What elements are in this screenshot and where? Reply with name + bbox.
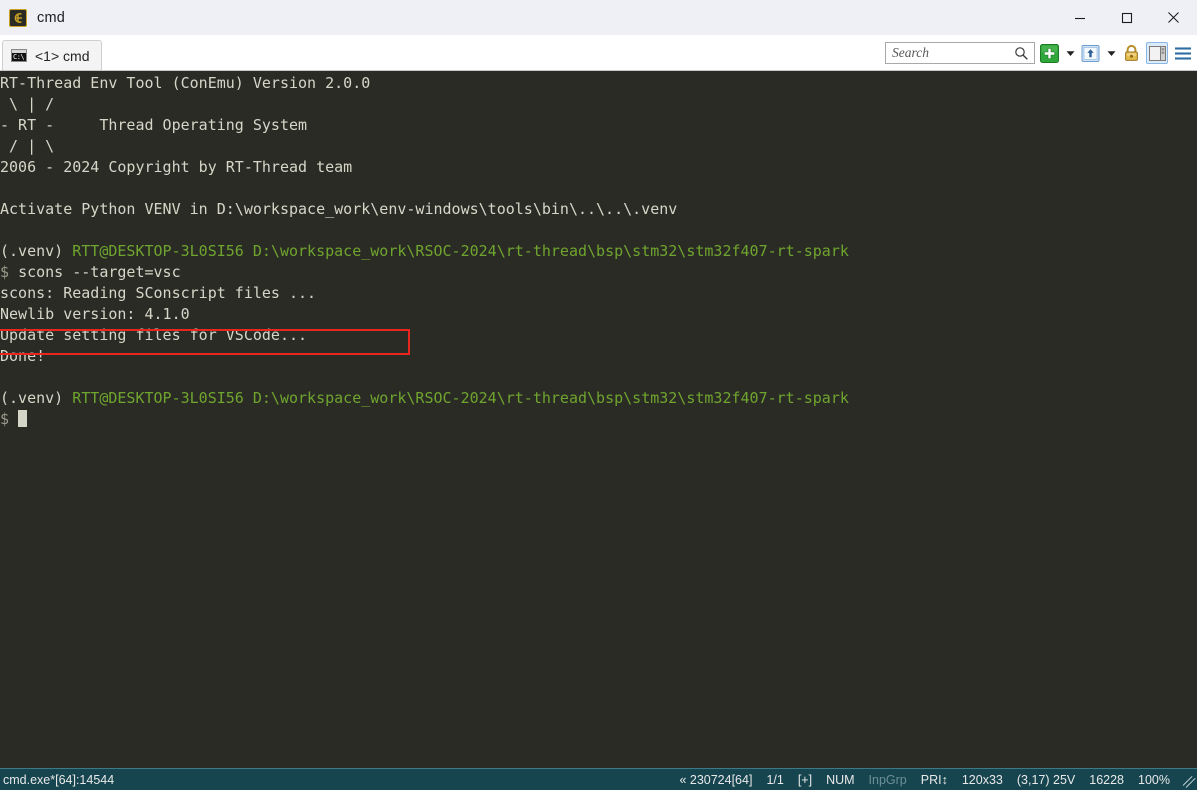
terminal-lines: RT-Thread Env Tool (ConEmu) Version 2.0.… — [0, 71, 1197, 430]
minimize-icon — [1074, 17, 1085, 19]
status-insert-mode: [+] — [797, 772, 813, 787]
terminal-text: (.venv) — [0, 242, 73, 260]
status-process-info: cmd.exe*[64]:14544 — [3, 772, 115, 787]
search-icon[interactable] — [1011, 43, 1032, 64]
terminal-text: / | \ — [0, 137, 55, 155]
status-page-indicator: 1/1 — [766, 772, 784, 787]
terminal-line: (.venv) RTT@DESKTOP-3L0SI56 D:\workspace… — [0, 241, 1197, 262]
tab-label: <1> cmd — [35, 47, 90, 64]
status-cells: « 230724[64] 1/1 [+] NUM InpGrp PRI↕ 120x33 (3,… — [672, 773, 1181, 787]
terminal-text: (.venv) — [0, 389, 73, 407]
resize-grip-icon[interactable] — [1182, 773, 1197, 788]
search-input[interactable] — [892, 45, 1011, 61]
terminal-text: scons: Reading SConscript files ... — [0, 284, 317, 302]
status-cursor-position: (3,17) 25V — [1016, 772, 1076, 787]
terminal-line: Newlib version: 4.1.0 — [0, 304, 1197, 325]
terminal-text: - RT - Thread Operating System — [0, 116, 308, 134]
status-zoom-level: 100% — [1138, 772, 1170, 787]
tab-bar: C:\ <1> cmd — [0, 35, 1197, 71]
terminal-text: Update setting files for VSCode... — [0, 326, 308, 344]
terminal-cursor — [18, 410, 28, 427]
window-controls — [1056, 0, 1197, 35]
terminal-line: (.venv) RTT@DESKTOP-3L0SI56 D:\workspace… — [0, 388, 1197, 409]
status-input-group: InpGrp — [868, 772, 907, 787]
terminal-line: $ scons --target=vsc — [0, 262, 1197, 283]
chevron-down-icon-active-console[interactable] — [1105, 43, 1117, 64]
split-panel-icon[interactable] — [1146, 42, 1168, 64]
padlock-icon[interactable] — [1121, 43, 1142, 64]
minimize-button[interactable] — [1056, 0, 1103, 35]
status-priority: PRI↕ — [920, 772, 948, 787]
terminal-text: RT-Thread Env Tool (ConEmu) Version 2.0.… — [0, 74, 371, 92]
terminal-text: Done! — [0, 347, 46, 365]
maximize-button[interactable] — [1103, 0, 1150, 35]
window-title: cmd — [37, 9, 65, 26]
tab-console-1[interactable]: C:\ <1> cmd — [2, 40, 103, 70]
status-num-lock: NUM — [826, 772, 855, 787]
terminal-line: Activate Python VENV in D:\workspace_wor… — [0, 199, 1197, 220]
terminal-line: Done! — [0, 346, 1197, 367]
terminal-line: 2006 - 2024 Copyright by RT-Thread team — [0, 157, 1197, 178]
console-up-arrow-icon[interactable] — [1080, 43, 1101, 64]
status-console-size: 120x33 — [961, 772, 1003, 787]
status-build-id: « 230724[64] — [679, 772, 753, 787]
terminal-text: RTT@DESKTOP-3L0SI56 D:\workspace_work\RS… — [72, 389, 849, 407]
chevron-down-icon-new-console[interactable] — [1064, 43, 1076, 64]
terminal-text: Activate Python VENV in D:\workspace_wor… — [0, 200, 678, 218]
terminal-text: \ | / — [0, 95, 55, 113]
terminal-text: scons --target=vsc — [18, 263, 181, 281]
title-bar: cmd — [0, 0, 1197, 35]
terminal-text: 2006 - 2024 Copyright by RT-Thread team — [0, 158, 353, 176]
terminal-text: $ — [0, 263, 19, 281]
maximize-icon — [1121, 12, 1132, 23]
hamburger-menu-icon[interactable] — [1172, 43, 1193, 64]
terminal-line: scons: Reading SConscript files ... — [0, 283, 1197, 304]
conemu-window: cmd C:\ <1> cmd Search RT-Thread Env Too… — [0, 0, 1197, 790]
terminal-line: $ — [0, 409, 1197, 430]
terminal-line: Update setting files for VSCode... — [0, 325, 1197, 346]
status-bar: cmd.exe*[64]:14544 « 230724[64] 1/1 [+] NUM… — [0, 768, 1197, 790]
close-button[interactable] — [1150, 0, 1197, 35]
search-box[interactable] — [885, 42, 1035, 64]
terminal-output-area[interactable]: RT-Thread Env Tool (ConEmu) Version 2.0.… — [0, 71, 1197, 768]
terminal-line: RT-Thread Env Tool (ConEmu) Version 2.0.… — [0, 73, 1197, 94]
terminal-line: - RT - Thread Operating System — [0, 115, 1197, 136]
terminal-text: $ — [0, 410, 19, 428]
terminal-line: \ | / — [0, 94, 1197, 115]
terminal-text: RTT@DESKTOP-3L0SI56 D:\workspace_work\RS… — [72, 242, 849, 260]
console-icon: C:\ — [11, 49, 27, 62]
terminal-line: / | \ — [0, 136, 1197, 157]
status-memory: 16228 — [1089, 772, 1125, 787]
plus-green-icon[interactable] — [1039, 43, 1060, 64]
terminal-text: Newlib version: 4.1.0 — [0, 305, 190, 323]
close-icon — [1168, 12, 1179, 23]
toolbar — [885, 38, 1193, 68]
conemu-logo-icon — [9, 8, 27, 27]
